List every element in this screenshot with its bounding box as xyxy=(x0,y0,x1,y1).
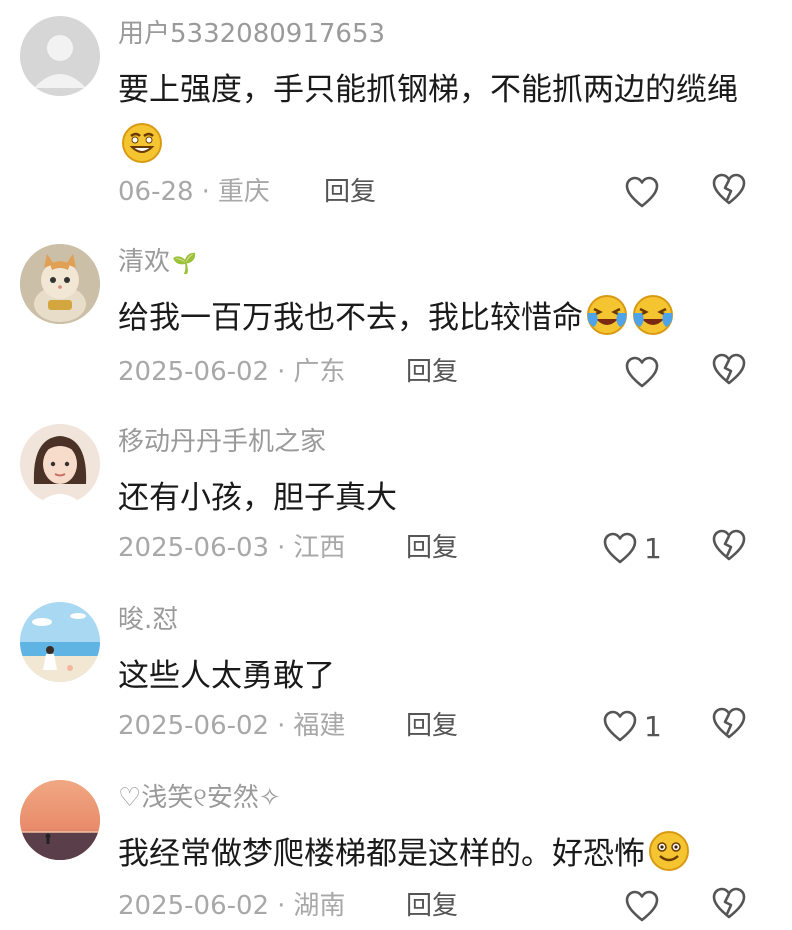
dislike-button[interactable] xyxy=(711,886,747,926)
broken-heart-icon xyxy=(712,887,746,919)
comment-username[interactable]: 晙.怼 xyxy=(118,602,178,638)
dislike-button[interactable] xyxy=(711,352,747,392)
avatar-woman[interactable] xyxy=(20,424,100,504)
comment-date: 06-28 xyxy=(118,177,194,207)
dislike-button[interactable] xyxy=(711,528,747,568)
comment-meta: 2025-06-02 · 福建 xyxy=(118,708,345,744)
comment-date: 2025-06-02 xyxy=(118,891,270,921)
broken-heart-icon xyxy=(712,529,746,561)
comment-meta: 2025-06-02 · 广东 xyxy=(118,354,345,390)
comment-text: 还有小孩，胆子真大 xyxy=(118,470,758,526)
comment-text: 我经常做梦爬楼梯都是这样的。好恐怖 xyxy=(118,826,758,882)
comment-meta: 06-28 · 重庆 xyxy=(118,174,270,210)
like-button[interactable]: 1 xyxy=(602,528,662,568)
comment-date: 2025-06-02 xyxy=(118,357,270,387)
meta-separator: · xyxy=(277,891,286,921)
comment-location: 福建 xyxy=(293,711,346,741)
avatar-cat[interactable] xyxy=(20,244,100,324)
comment-text-content: 还有小孩，胆子真大 xyxy=(118,480,397,516)
sprout-icon: 🌱 xyxy=(172,251,197,275)
comment-username[interactable]: 移动丹丹手机之家 xyxy=(118,424,326,460)
heart-icon xyxy=(603,710,637,742)
like-button[interactable] xyxy=(624,886,666,926)
dislike-button[interactable] xyxy=(711,706,747,746)
like-button[interactable]: 1 xyxy=(602,706,662,746)
comment-username[interactable]: 清欢 🌱 xyxy=(118,244,197,281)
broken-heart-icon xyxy=(712,173,746,205)
comment-text-content: 要上强度，手只能抓钢梯，不能抓两边的缆绳 xyxy=(118,72,738,108)
heart-icon xyxy=(625,176,659,208)
avatar-sunset[interactable] xyxy=(20,780,100,860)
like-button[interactable] xyxy=(624,172,666,212)
heart-icon xyxy=(603,532,637,564)
laugh-cry-emoji xyxy=(631,293,675,337)
comment-text-content: 这些人太勇敢了 xyxy=(118,658,335,694)
broken-heart-icon xyxy=(712,353,746,385)
comment-date: 2025-06-02 xyxy=(118,711,270,741)
comment-text: 给我一百万我也不去，我比较惜命 xyxy=(118,290,758,346)
comment-location: 江西 xyxy=(293,533,346,563)
comment-text: 这些人太勇敢了 xyxy=(118,648,758,704)
comment-username[interactable]: ♡浅笑୧安然✧ xyxy=(118,780,281,816)
dislike-button[interactable] xyxy=(711,172,747,212)
comment-username-text: 清欢 xyxy=(118,247,171,277)
comment-text: 要上强度，手只能抓钢梯，不能抓两边的缆绳 xyxy=(118,62,758,174)
smile-emoji xyxy=(647,829,691,873)
comment-location: 广东 xyxy=(293,357,346,387)
like-count: 1 xyxy=(644,531,662,565)
laugh-cry-emoji xyxy=(585,293,629,337)
reply-button[interactable]: 回复 xyxy=(406,354,458,390)
meta-separator: · xyxy=(201,177,210,207)
comment-location: 重庆 xyxy=(217,177,270,207)
comment-date: 2025-06-03 xyxy=(118,533,270,563)
meta-separator: · xyxy=(277,357,286,387)
avatar-default[interactable] xyxy=(20,16,100,96)
comment-text-content: 我经常做梦爬楼梯都是这样的。好恐怖 xyxy=(118,836,645,872)
reply-button[interactable]: 回复 xyxy=(406,530,458,566)
comment-meta: 2025-06-02 · 湖南 xyxy=(118,888,345,924)
comment-meta: 2025-06-03 · 江西 xyxy=(118,530,345,566)
reply-button[interactable]: 回复 xyxy=(324,174,376,210)
comment-username[interactable]: 用户5332080917653 xyxy=(118,16,385,52)
heart-icon xyxy=(625,356,659,388)
heart-icon xyxy=(625,890,659,922)
meta-separator: · xyxy=(277,711,286,741)
broken-heart-icon xyxy=(712,707,746,739)
avatar-beach[interactable] xyxy=(20,602,100,682)
reply-button[interactable]: 回复 xyxy=(406,708,458,744)
meta-separator: · xyxy=(277,533,286,563)
comment-location: 湖南 xyxy=(293,891,346,921)
like-button[interactable] xyxy=(624,352,666,392)
grin-emoji xyxy=(120,121,164,165)
comment-text-content: 给我一百万我也不去，我比较惜命 xyxy=(118,300,583,336)
reply-button[interactable]: 回复 xyxy=(406,888,458,924)
like-count: 1 xyxy=(644,709,662,743)
